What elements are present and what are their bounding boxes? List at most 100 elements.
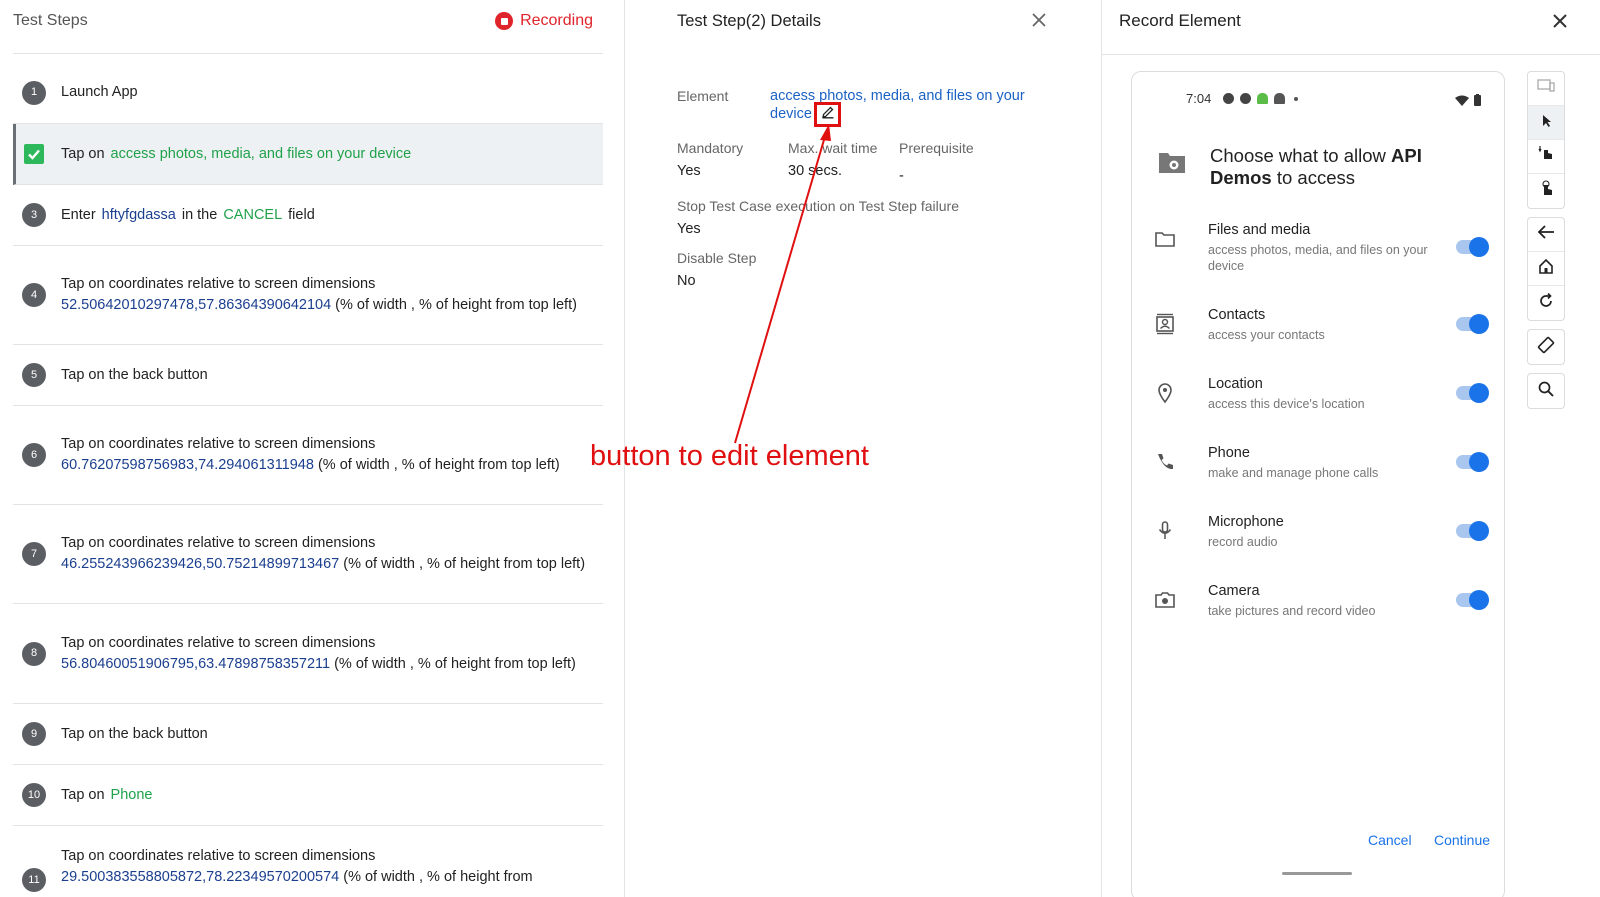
step-row[interactable]: 6 Tap on coordinates relative to screen …: [13, 406, 603, 505]
permission-row-camera[interactable]: Camera take pictures and record video: [1152, 583, 1492, 635]
step-text: (% of width , % of height from top left): [313, 457, 560, 473]
step-number-badge: 1: [22, 80, 46, 105]
edit-element-button[interactable]: [814, 102, 841, 127]
permission-heading-text: Choose what to allow API Demos to access: [1210, 145, 1450, 189]
step-text: Tap on the back button: [61, 366, 208, 383]
disable-step-value: No: [677, 273, 696, 289]
step-row[interactable]: 4 Tap on coordinates relative to screen …: [13, 246, 603, 345]
step-number-badge: 11: [22, 868, 46, 892]
app-root: Test Steps Recording 1 Launch App Tap on…: [0, 0, 1600, 897]
wifi-icon: [1455, 93, 1469, 111]
step-action: Tap on: [61, 145, 105, 162]
tool-group-search: [1527, 373, 1565, 409]
permission-toggle[interactable]: [1456, 590, 1489, 610]
step-row[interactable]: 10 Tap on Phone: [13, 765, 603, 826]
permission-name: Files and media: [1208, 222, 1311, 238]
android-icon: [1257, 93, 1269, 104]
permission-row-phone[interactable]: Phone make and manage phone calls: [1152, 445, 1492, 497]
pencil-icon: [821, 105, 835, 124]
element-link[interactable]: access photos, media, and files on your …: [770, 87, 1050, 123]
cursor-select-icon: [1538, 112, 1554, 133]
permission-toggle[interactable]: [1456, 314, 1489, 334]
step-row[interactable]: 3 Enter hftyfgdassa in the CANCEL field: [13, 185, 603, 246]
home-tool[interactable]: [1528, 252, 1564, 286]
step-coordinates: 29.500383558805872,78.22349570200574: [61, 869, 340, 885]
annotation-label: button to edit element: [590, 440, 869, 472]
tap-tool[interactable]: [1528, 174, 1564, 208]
device-orientation-tool[interactable]: [1528, 72, 1564, 106]
step-target-element: access photos, media, and files on your …: [110, 145, 412, 162]
battery-icon: [1474, 93, 1481, 111]
step-row[interactable]: 5 Tap on the back button: [13, 345, 603, 406]
permission-row-location[interactable]: Location access this device's location: [1152, 376, 1492, 428]
step-number-badge: 4: [22, 283, 46, 307]
step-target-element: CANCEL: [223, 206, 283, 223]
tool-group-rotate: [1527, 329, 1565, 365]
permission-toggle[interactable]: [1456, 383, 1489, 403]
step-number-badge: 9: [22, 722, 46, 746]
device-status-icons: [1455, 93, 1481, 111]
checkbox-checked-icon: [24, 144, 44, 164]
hand-tap-icon: [1538, 179, 1554, 203]
refresh-icon: [1538, 292, 1554, 314]
permission-toggle[interactable]: [1456, 452, 1489, 472]
permission-name: Location: [1208, 376, 1263, 392]
step-number-badge: 8: [22, 641, 46, 666]
permission-name: Contacts: [1208, 307, 1266, 323]
phone-icon: [1152, 449, 1178, 475]
mandatory-value: Yes: [677, 163, 701, 179]
location-pin-icon: [1152, 380, 1178, 406]
close-icon[interactable]: [1029, 10, 1049, 30]
search-tool[interactable]: [1528, 374, 1564, 408]
step-row[interactable]: 8 Tap on coordinates relative to screen …: [13, 604, 603, 704]
step-input-value: hftyfgdassa: [101, 206, 176, 223]
step-target-element: Phone: [110, 786, 153, 803]
reload-tool[interactable]: [1528, 286, 1564, 320]
permission-toggle[interactable]: [1456, 521, 1489, 541]
recording-indicator[interactable]: Recording: [495, 12, 593, 30]
record-element-header: Record Element: [1102, 0, 1600, 55]
select-element-tool[interactable]: [1528, 106, 1564, 140]
continue-button[interactable]: Continue: [1434, 832, 1490, 848]
steps-list: 1 Launch App Tap on access photos, media…: [13, 62, 603, 897]
microphone-icon: [1152, 518, 1178, 544]
permission-desc: access this device's location: [1208, 397, 1365, 411]
screen-rotation-icon: [1537, 336, 1555, 359]
search-icon: [1538, 381, 1554, 402]
step-number-badge: 7: [22, 542, 46, 566]
step-action: Tap on: [61, 786, 105, 803]
tool-group-navigation: [1527, 217, 1565, 321]
recording-label: Recording: [520, 12, 593, 29]
close-icon[interactable]: [1550, 11, 1570, 31]
permission-toggle[interactable]: [1456, 237, 1489, 257]
step-coordinates: 46.255243966239426,50.75214899713467: [61, 556, 340, 572]
notification-icon: [1240, 93, 1252, 104]
step-row-active[interactable]: Tap on access photos, media, and files o…: [13, 124, 603, 185]
permission-row-microphone[interactable]: Microphone record audio: [1152, 514, 1492, 566]
test-steps-header: Test Steps Recording: [13, 0, 603, 54]
max-wait-value: 30 secs.: [788, 163, 842, 179]
permission-desc: access your contacts: [1208, 328, 1325, 342]
device-screen[interactable]: 7:04 Choose what to allow API Demos to a…: [1131, 71, 1505, 897]
app-settings-icon: [1158, 150, 1186, 189]
step-text: Tap on coordinates relative to screen di…: [61, 535, 376, 551]
permission-row-contacts[interactable]: Contacts access your contacts: [1152, 307, 1492, 359]
gesture-home-bar[interactable]: [1282, 872, 1352, 875]
back-tool[interactable]: [1528, 218, 1564, 252]
permission-desc: record audio: [1208, 535, 1278, 549]
step-row[interactable]: 1 Launch App: [13, 62, 603, 124]
tool-group-inspect: [1527, 71, 1565, 209]
step-row[interactable]: 7 Tap on coordinates relative to screen …: [13, 505, 603, 604]
step-row[interactable]: 11 Tap on coordinates relative to screen…: [13, 826, 603, 897]
step-text: (% of width , % of height from top left): [331, 297, 577, 313]
permission-row-files[interactable]: Files and media access photos, media, an…: [1152, 222, 1492, 274]
step-row[interactable]: 9 Tap on the back button: [13, 704, 603, 765]
rotate-tool[interactable]: [1528, 330, 1564, 364]
prerequisite-value: -: [899, 168, 904, 184]
cancel-button[interactable]: Cancel: [1368, 832, 1412, 848]
swipe-tool[interactable]: [1528, 140, 1564, 174]
disable-step-label: Disable Step: [677, 250, 757, 266]
step-text: in the: [181, 206, 218, 223]
permission-desc: take pictures and record video: [1208, 604, 1376, 618]
device-status-bar: 7:04: [1186, 91, 1299, 106]
